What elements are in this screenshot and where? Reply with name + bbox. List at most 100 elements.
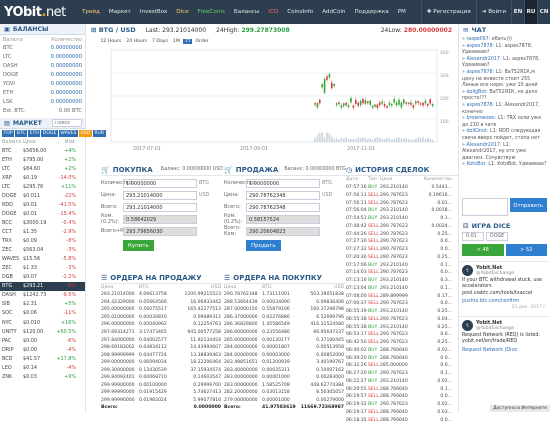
buy-order-row[interactable]: 284.00000000 0.00001807 0.00513958 [224, 344, 346, 352]
buy-button[interactable]: Купить [123, 240, 154, 251]
chat-username[interactable]: » raspell97: [462, 37, 492, 42]
market-row[interactable]: PAC $0.00 -6% [0, 336, 85, 345]
timeframe-24-hours[interactable]: 24 Hours [125, 39, 149, 44]
price-chart[interactable]: 400 300 200 100 2017-07-01 2017-09-01 2017-11-… [89, 46, 456, 158]
market-row[interactable]: BTG $293.21 -5% [0, 281, 85, 291]
chat-send-button[interactable]: Отправить [509, 198, 547, 212]
sell-button[interactable]: Продать [246, 240, 281, 251]
nav-item-3[interactable]: Dice [176, 9, 188, 15]
market-row[interactable]: DRIP $0.00 -4% [0, 345, 85, 354]
nav-item-1[interactable]: Маркет [109, 9, 131, 15]
nav-item-7[interactable]: CoinsInfo [287, 9, 313, 15]
nav-item-8[interactable]: AddCoin [322, 9, 345, 15]
sell-order-row[interactable]: 296.00000000 0.00040962 0.12254763 [101, 321, 223, 329]
market-row[interactable]: DOGE $0.01 -15.4% [0, 209, 85, 218]
chat-username[interactable]: » dollgBot: [462, 90, 489, 95]
buy-order-row[interactable]: 290.78762348 1.73111001 503.39051838 [224, 291, 346, 299]
buy-order-row[interactable]: 286.00000000 0.23556486 66.95647237 [224, 329, 346, 337]
sell-total-input[interactable]: 290.78762348 [246, 202, 320, 212]
market-row[interactable]: WAVES $15.56 -5.8% [0, 255, 85, 264]
register-link[interactable]: ✚ Регистрация [420, 0, 476, 24]
market-tab-doge[interactable]: DOGE [41, 130, 58, 138]
nav-item-2[interactable]: InvestBox [140, 9, 167, 15]
timeframe-7-days[interactable]: 7 Days [151, 39, 170, 44]
chat-username[interactable]: » aspes7878: [462, 44, 496, 49]
market-row[interactable]: LTC $295.76 +11% [0, 182, 85, 191]
market-row[interactable]: CCT $1.35 -2.9% [0, 228, 85, 237]
market-row[interactable]: NYC $0.010 +16% [0, 318, 85, 327]
lang-ru[interactable]: RU [524, 0, 537, 24]
market-tab-eth[interactable]: ETH [28, 130, 41, 138]
timeframe-12-hours[interactable]: 12 Hours [99, 39, 123, 44]
market-row[interactable]: TRX $0.09 -8% [0, 237, 85, 246]
chat-username[interactable]: » brownwows: [462, 116, 498, 121]
nav-item-5[interactable]: Балансы [234, 9, 259, 15]
market-tab-btc[interactable]: BTC [15, 130, 28, 138]
chat-username[interactable]: » aspes7878: [462, 70, 496, 75]
buy-order-row[interactable]: 286.36829800 1.45586549 416.31524580 [224, 321, 346, 329]
buy-order-row[interactable]: 288.53664439 0.00034090 0.09836406 [224, 299, 346, 307]
market-row[interactable]: DGB $0.07 -1.2% [0, 273, 85, 282]
market-row[interactable]: ZEC $1.33 -3% [0, 264, 85, 273]
dice-coin-select[interactable]: DOGE [486, 232, 509, 241]
sell-order-row[interactable]: 299.99990000 0.01915429 5.74627413 [101, 389, 223, 397]
sell-order-row[interactable]: 295.00000000 0.56075517 165.42277513 [101, 306, 223, 314]
market-row[interactable]: DOGE $0.011 -22% [0, 191, 85, 200]
market-tab-waves[interactable]: WAVES [58, 130, 79, 138]
market-row[interactable]: ETH $795.00 +2% [0, 155, 85, 164]
market-row[interactable]: ZNK $0.03 +9% [0, 372, 85, 381]
chat-input[interactable] [462, 198, 508, 216]
tweet-link[interactable]: Request Network (Dice [462, 348, 547, 354]
chat-username[interactable]: » dollOnut: [462, 129, 490, 134]
online-badge[interactable]: Доступно в Интернете [490, 405, 550, 412]
buy-qty-input[interactable]: 1.00000000 [123, 178, 197, 188]
market-row[interactable]: DASH $1242.73 -9.5% [0, 291, 85, 300]
sell-order-row[interactable]: 297.69314271 3.17473465 945.00577258 [101, 329, 223, 337]
sell-order-row[interactable]: 299.99990000 0.01982024 5.99077816 [101, 397, 223, 405]
nav-item-0[interactable]: Трейд [82, 9, 100, 15]
dice-more-button[interactable]: > 52 [505, 244, 547, 256]
buy-order-row[interactable]: 287.00000150 0.55879106 160.37298798 [224, 306, 346, 314]
chat-username[interactable]: » KotoBot: [462, 162, 488, 167]
market-row[interactable]: BCC $3000.19 -0.4% [0, 219, 85, 228]
pair-name[interactable]: ⊞ BTG / USD [91, 26, 136, 34]
market-tab-top[interactable]: TOP [2, 130, 15, 138]
login-link[interactable]: ➜ Войти [475, 0, 511, 24]
buy-order-row[interactable]: 283.48851651 0.01200939 3.40199767 [224, 359, 346, 367]
buy-order-row[interactable]: 283.40000000 0.00035311 0.10007162 [224, 366, 346, 374]
market-row[interactable]: LTC $84.60 +2% [0, 164, 85, 173]
timeframe-order[interactable]: Order [194, 39, 210, 44]
buy-order-row[interactable]: 283.00000000 0.00001000 0.00283000 [224, 374, 346, 382]
sell-order-row[interactable]: 293.21014000 4.09613758 1200.99215523 [101, 291, 223, 299]
lang-en[interactable]: EN [511, 0, 524, 24]
sell-order-row[interactable]: 295.01000000 0.00030810 0.09089312 [101, 314, 223, 322]
market-row[interactable]: SIB $2.31 +5% [0, 300, 85, 309]
market-row[interactable]: UNITY $120.00 +60.5% [0, 327, 85, 336]
sell-order-row[interactable]: 299.00000000 0.06094034 18.22206464 [101, 359, 223, 367]
dice-less-button[interactable]: < 48 [462, 244, 504, 256]
timeframe-1m[interactable]: 1M [171, 39, 181, 44]
buy-order-row[interactable]: 286.37000000 0.02276886 6.52099796 [224, 314, 346, 322]
timeframe-1y[interactable]: 1Y [183, 38, 193, 44]
sell-price-input[interactable]: 290.78762348 [246, 190, 320, 200]
buy-order-row[interactable]: 283.00000000 1.58525708 448.62774384 [224, 382, 346, 390]
chat-username[interactable]: » Alexandr2017: [462, 57, 503, 62]
sell-qty-input[interactable]: 1.00000000 [246, 178, 320, 188]
buy-total-input[interactable]: 293.21014000 [123, 202, 197, 212]
market-row[interactable]: XRP $0.19 -14.0% [0, 173, 85, 182]
buy-order-row[interactable]: 282.20000000 0.03013158 8.50305057 [224, 389, 346, 397]
sell-order-row[interactable]: 298.99999999 0.04477724 13.38839463 [101, 351, 223, 359]
market-row[interactable]: ZEC $563.04 -3% [0, 246, 85, 255]
sell-order-row[interactable]: 299.30000000 0.13430539 37.15934574 [101, 366, 223, 374]
market-row[interactable]: LEO $0.14 -4% [0, 363, 85, 372]
buy-price-input[interactable]: 293.21014000 [123, 190, 197, 200]
buy-order-row[interactable]: 279.00000000 0.00001000 0.00279000 [224, 397, 346, 405]
chat-username[interactable]: » Alexandr2017: [462, 143, 503, 148]
lang-cn[interactable]: CN [537, 0, 550, 24]
buy-order-row[interactable]: 285.00000000 0.00130177 0.37100445 [224, 336, 346, 344]
nav-item-10[interactable]: PM [398, 9, 406, 15]
sell-order-row[interactable]: 297.84000000 0.04002577 11.92134454 [101, 336, 223, 344]
sell-order-row[interactable]: 298.69183002 0.04834112 14.43994607 [101, 344, 223, 352]
nav-item-9[interactable]: Поддержка [354, 9, 388, 15]
sell-order-row[interactable]: 294.42329000 0.05664566 16.66933442 [101, 299, 223, 307]
